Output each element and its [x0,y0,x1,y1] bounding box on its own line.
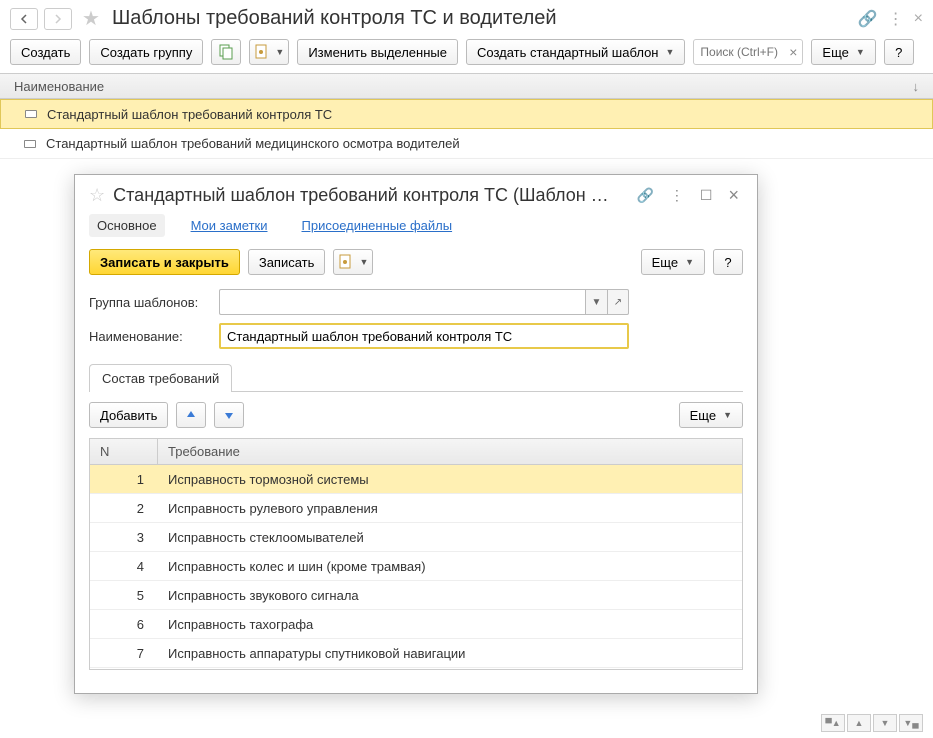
tab-files[interactable]: Присоединенные файлы [294,214,461,237]
cell-req: Исправность тахографа [158,617,742,632]
save-close-button[interactable]: Записать и закрыть [89,249,240,275]
create-std-template-button[interactable]: Создать стандартный шаблон▼ [466,39,685,65]
name-row: Наименование: [75,319,757,353]
cell-req: Исправность аппаратуры спутниковой навиг… [158,646,742,661]
req-more-button[interactable]: Еще▼ [679,402,743,428]
nav-back-button[interactable] [10,8,38,30]
save-button[interactable]: Записать [248,249,326,275]
tab-notes[interactable]: Мои заметки [183,214,276,237]
nav-forward-button[interactable] [44,8,72,30]
dialog-help-button[interactable]: ? [713,249,743,275]
cell-n: 3 [90,530,158,545]
dialog-kebab-icon[interactable]: ⋮ [666,187,688,204]
table-row[interactable]: 3 Исправность стеклоомывателей [90,523,742,552]
dialog-more-button[interactable]: Еще▼ [641,249,705,275]
dialog-favorite-icon[interactable]: ☆ [89,185,105,206]
cell-req: Исправность колес и шин (кроме трамвая) [158,559,742,574]
requirements-tabstrip: Состав требований [89,363,743,392]
dialog-maximize-icon[interactable]: ☐ [696,187,717,204]
link-icon[interactable]: 🔗 [858,9,878,29]
table-row[interactable]: 5 Исправность звукового сигнала [90,581,742,610]
edit-dialog: ☆ Стандартный шаблон требований контроля… [74,174,758,694]
table-row[interactable]: 7 Исправность аппаратуры спутниковой нав… [90,639,742,668]
add-button[interactable]: Добавить [89,402,168,428]
cell-n: 4 [90,559,158,574]
table-row[interactable]: 2 Исправность рулевого управления [90,494,742,523]
col-requirement-header[interactable]: Требование [158,439,742,464]
dialog-close-icon[interactable]: × [724,185,743,206]
cell-req: Исправность стеклоомывателей [158,530,742,545]
scroll-top-button[interactable]: ▀▲ [821,714,845,732]
dialog-header: ☆ Стандартный шаблон требований контроля… [75,175,757,214]
list-header[interactable]: Наименование ↓ [0,73,933,99]
scroll-bottom-button[interactable]: ▼▄ [899,714,923,732]
table-row[interactable]: 4 Исправность колес и шин (кроме трамвая… [90,552,742,581]
open-icon[interactable]: ↗ [607,289,629,315]
doc-action-button[interactable]: ▼ [333,249,373,275]
template-group-input[interactable] [219,289,585,315]
tab-main[interactable]: Основное [89,214,165,237]
create-group-button[interactable]: Создать группу [89,39,203,65]
search-input[interactable] [693,39,803,65]
dropdown-icon[interactable]: ▼ [585,289,607,315]
scroll-down-button[interactable]: ▼ [873,714,897,732]
move-down-button[interactable] [214,402,244,428]
requirements-body[interactable]: 1 Исправность тормозной системы 2 Исправ… [90,465,742,669]
edit-selected-button[interactable]: Изменить выделенные [297,39,458,65]
req-more-label: Еще [690,408,716,423]
item-icon [24,140,36,148]
template-group-label: Группа шаблонов: [89,295,209,310]
dialog-link-icon[interactable]: 🔗 [632,187,657,204]
create-button[interactable]: Создать [10,39,81,65]
copy-button[interactable] [211,39,241,65]
search-clear-icon[interactable]: × [789,44,797,60]
help-button[interactable]: ? [884,39,914,65]
template-group-row: Группа шаблонов: ▼ ↗ [75,285,757,319]
cell-req: Исправность рулевого управления [158,501,742,516]
move-up-button[interactable] [176,402,206,428]
tab-requirements[interactable]: Состав требований [89,364,232,392]
cell-n: 2 [90,501,158,516]
requirements-table: N Требование 1 Исправность тормозной сис… [89,438,743,670]
scroll-up-button[interactable]: ▲ [847,714,871,732]
requirements-command-bar: Добавить Еще▼ [75,392,757,438]
cell-req: Исправность тормозной системы [158,472,742,487]
list-item-label: Стандартный шаблон требований медицинско… [46,136,460,151]
cell-n: 7 [90,646,158,661]
sort-arrow-icon: ↓ [913,79,920,94]
doc-dropdown-button[interactable]: ▼ [249,39,289,65]
list-item[interactable]: Стандартный шаблон требований контроля Т… [0,99,933,129]
favorite-icon[interactable]: ★ [82,6,100,31]
bottom-nav: ▀▲ ▲ ▼ ▼▄ [821,714,923,732]
more-label: Еще [822,45,848,60]
col-name-header: Наименование [14,79,104,94]
table-row[interactable]: 6 Исправность тахографа [90,610,742,639]
page-title: Шаблоны требований контроля ТС и водител… [112,7,557,30]
cell-n: 1 [90,472,158,487]
dialog-tabs: Основное Мои заметки Присоединенные файл… [75,214,757,237]
col-n-header[interactable]: N [90,439,158,464]
more-button[interactable]: Еще▼ [811,39,875,65]
dialog-more-label: Еще [652,255,678,270]
list-item-label: Стандартный шаблон требований контроля Т… [47,107,332,122]
dialog-title: Стандартный шаблон требований контроля Т… [113,185,624,206]
kebab-icon[interactable]: ⋮ [888,9,904,29]
command-bar: Создать Создать группу ▼ Изменить выделе… [0,35,933,73]
cell-n: 6 [90,617,158,632]
name-label: Наименование: [89,329,209,344]
table-row[interactable]: 1 Исправность тормозной системы [90,465,742,494]
item-icon [25,110,37,118]
create-std-template-label: Создать стандартный шаблон [477,45,659,60]
cell-req: Исправность звукового сигнала [158,588,742,603]
cell-n: 5 [90,588,158,603]
dialog-command-bar: Записать и закрыть Записать ▼ Еще▼ ? [75,237,757,285]
name-input[interactable] [219,323,629,349]
list-item[interactable]: Стандартный шаблон требований медицинско… [0,129,933,159]
close-icon[interactable]: × [914,10,923,28]
window-header: ★ Шаблоны требований контроля ТС и водит… [0,0,933,35]
